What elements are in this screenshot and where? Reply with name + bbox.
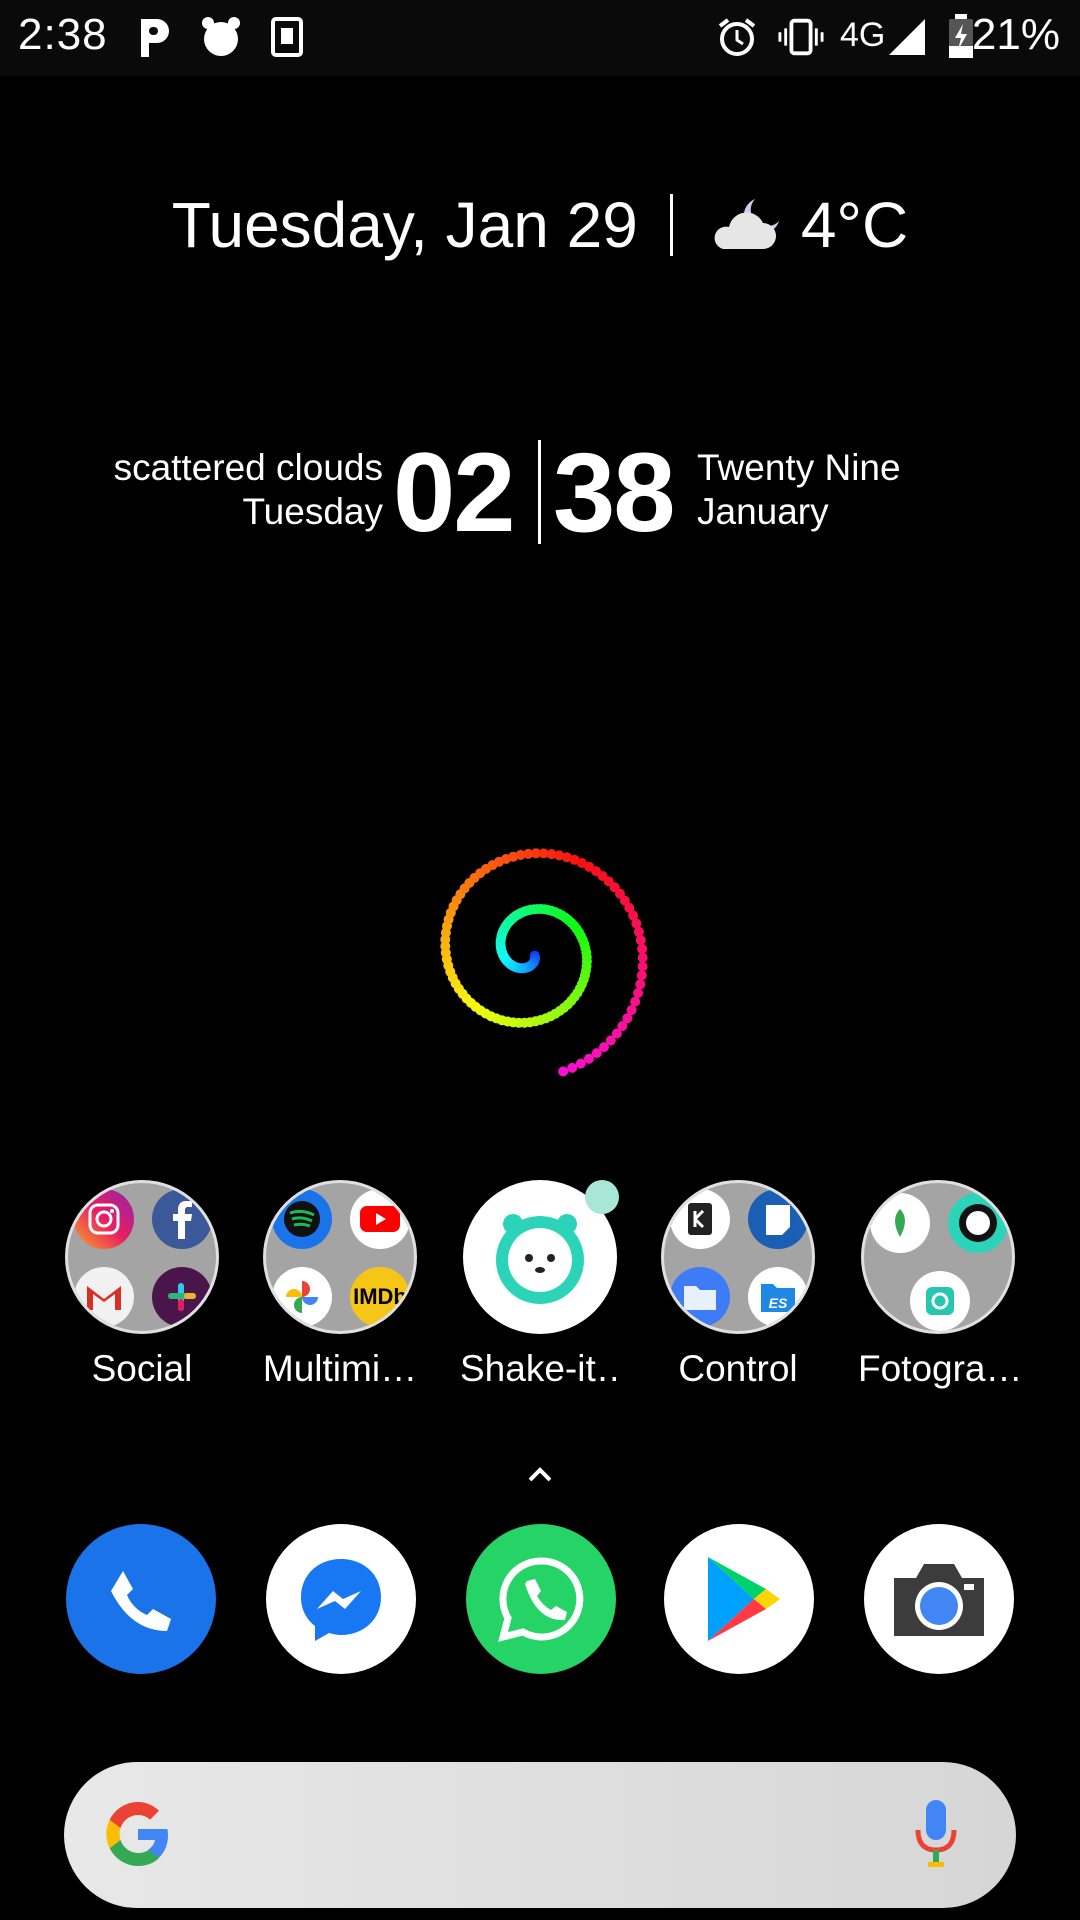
signal-icon <box>884 14 930 60</box>
notes-icon <box>748 1189 808 1249</box>
es-file-icon: ES <box>748 1267 808 1327</box>
photo-editor-icon <box>910 1271 970 1331</box>
files-icon <box>670 1267 730 1327</box>
folder-social[interactable]: Social <box>62 1180 222 1389</box>
google-logo-icon[interactable] <box>102 1798 174 1870</box>
clock-left-text: scattered clouds Tuesday <box>114 446 383 534</box>
alarm-icon <box>714 14 760 60</box>
folder-multimedia-icon: IMDb <box>263 1180 417 1334</box>
folder-control[interactable]: ES Control <box>658 1180 818 1389</box>
app-label: Fotogra… <box>858 1348 1018 1389</box>
youtube-icon <box>350 1189 410 1249</box>
messenger-icon[interactable] <box>266 1524 416 1674</box>
shake-it-alarm-icon <box>463 1180 619 1334</box>
play-store-icon[interactable] <box>664 1524 814 1674</box>
instagram-icon <box>74 1189 134 1249</box>
snapseed-icon <box>870 1193 930 1253</box>
vibrate-icon <box>778 14 824 60</box>
day-words: Twenty Nine <box>697 447 901 488</box>
date-text: Tuesday, Jan 29 <box>171 189 638 261</box>
notification-badge <box>585 1180 619 1214</box>
k-badge-icon <box>264 14 310 60</box>
app-label: Social <box>91 1348 193 1389</box>
folder-fotografia[interactable]: Fotogra… <box>858 1180 1018 1389</box>
clock-right-text: Twenty Nine January <box>697 446 901 534</box>
rainbow-spiral-widget <box>440 848 648 1077</box>
network-type: 4G <box>840 16 886 54</box>
app-shake-it[interactable]: Shake-it… <box>460 1180 620 1389</box>
spotify-icon <box>272 1189 332 1249</box>
folder-social-icon <box>65 1180 219 1334</box>
cloud-moon-icon <box>714 199 779 249</box>
clock-divider <box>538 440 541 544</box>
phone-icon[interactable] <box>66 1524 216 1674</box>
app-label: Control <box>678 1348 798 1389</box>
kwgt-icon <box>670 1189 730 1249</box>
alarm-clock-icon <box>198 14 244 60</box>
google-search-bar[interactable] <box>64 1762 1016 1908</box>
facebook-icon <box>152 1189 212 1249</box>
folder-multimedia[interactable]: IMDb Multimi… <box>260 1180 420 1389</box>
microphone-icon[interactable] <box>912 1796 960 1876</box>
svg-text:ES: ES <box>769 1295 788 1311</box>
weekday-text: Tuesday <box>242 491 383 532</box>
clock-minute[interactable]: 38 <box>553 428 676 557</box>
month-text: January <box>697 491 829 532</box>
temperature-text: 4°C <box>800 189 909 261</box>
weather-condition: scattered clouds <box>113 447 383 488</box>
app-label: Multimi… <box>262 1348 418 1389</box>
battery-percentage: 21% <box>971 10 1060 59</box>
app-label: Shake-it… <box>460 1348 620 1389</box>
imdb-icon: IMDb <box>350 1267 410 1327</box>
date-separator <box>669 194 673 256</box>
clock-hour[interactable]: 02 <box>393 428 516 557</box>
gmail-icon <box>74 1267 134 1327</box>
whatsapp-icon[interactable] <box>466 1524 616 1674</box>
lens-icon <box>948 1193 1008 1253</box>
slack-icon <box>152 1267 212 1327</box>
p-icon <box>132 14 178 60</box>
chevron-up-icon[interactable] <box>522 1462 558 1486</box>
camera-icon[interactable] <box>864 1524 1014 1674</box>
google-photos-icon <box>272 1267 332 1327</box>
status-time: 2:38 <box>18 10 108 59</box>
folder-control-icon: ES <box>661 1180 815 1334</box>
date-weather-widget[interactable]: Tuesday, Jan 29 4°C <box>0 188 1080 262</box>
folder-fotografia-icon <box>861 1180 1015 1334</box>
